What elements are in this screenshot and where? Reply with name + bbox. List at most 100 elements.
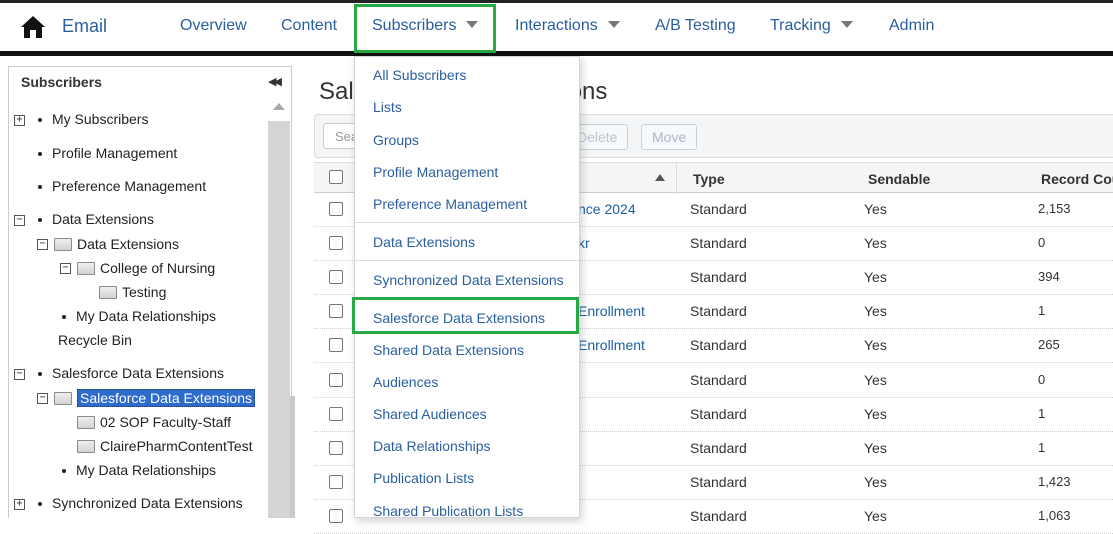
column-header-record-count[interactable]: Record Cou [1041,171,1113,187]
tree-item-data-extensions-folder[interactable]: Data Extensions [54,234,179,254]
collapse-icon[interactable]: − [60,263,71,274]
cell-type: Standard [690,372,747,388]
tree-item-data-extensions[interactable]: Data Extensions [38,209,154,229]
cell-sendable: Yes [864,474,887,490]
cell-type: Standard [690,201,747,217]
tree-label: Preference Management [52,178,207,194]
row-checkbox[interactable] [329,236,343,250]
tree-item-synchronized-data-extensions[interactable]: Synchronized Data Extensions [38,493,243,513]
tree-item-salesforce-data-extensions-folder[interactable]: Salesforce Data Extensions [54,388,255,408]
row-checkbox[interactable] [329,373,343,387]
chevron-down-icon [840,21,853,28]
tree-item-clairepharmcontenttest[interactable]: ClairePharmContentTest [77,436,253,456]
bullet-icon [38,185,42,190]
sort-ascending-icon[interactable] [655,174,665,181]
tree-item-profile-management[interactable]: Profile Management [38,143,177,163]
cell-name[interactable]: Enrollment [578,337,645,353]
collapse-icon[interactable]: − [14,215,25,226]
splitter-handle[interactable] [290,396,295,518]
collapse-icon[interactable]: − [37,393,48,404]
menu-item-data-relationships[interactable]: Data Relationships [373,438,491,454]
row-checkbox[interactable] [329,407,343,421]
move-button[interactable]: Move [641,124,698,150]
cell-type: Standard [690,337,747,353]
cell-type: Standard [690,406,747,422]
sidebar-scrollbar[interactable] [268,97,290,518]
cell-type: Standard [690,440,747,456]
menu-item-all-subscribers[interactable]: All Subscribers [373,67,466,83]
tree-label: Data Extensions [77,236,179,252]
nav-tracking[interactable]: Tracking [770,17,853,35]
cell-record-count: 1 [1038,303,1046,318]
tree-label: Salesforce Data Extensions [52,365,224,381]
menu-item-audiences[interactable]: Audiences [373,374,438,390]
app-title[interactable]: Email [62,16,107,37]
tree-label: Synchronized Data Extensions [52,495,243,511]
nav-admin[interactable]: Admin [889,17,934,35]
folder-icon [54,237,72,251]
tree-item-my-subscribers[interactable]: My Subscribers [38,109,148,129]
home-icon[interactable] [20,15,46,39]
select-all-checkbox[interactable] [329,170,343,184]
menu-item-shared-audiences[interactable]: Shared Audiences [373,406,487,422]
row-checkbox[interactable] [329,304,343,318]
bullet-icon [62,315,66,320]
cell-record-count: 1,423 [1038,474,1071,489]
cell-sendable: Yes [864,508,887,524]
row-checkbox[interactable] [329,441,343,455]
page-title-left: Sal [319,78,354,105]
menu-item-preference-management[interactable]: Preference Management [373,196,527,212]
expand-icon[interactable]: + [14,499,25,510]
tree-label: Profile Management [52,145,178,161]
expand-icon[interactable]: + [14,115,25,126]
cell-name[interactable]: nce 2024 [578,201,636,217]
menu-item-shared-publication-lists[interactable]: Shared Publication Lists [373,503,523,519]
menu-item-publication-lists[interactable]: Publication Lists [373,470,474,486]
row-checkbox[interactable] [329,475,343,489]
scrollbar-thumb[interactable] [268,121,290,518]
column-separator [676,163,677,194]
collapse-sidebar-icon[interactable]: ◀◀ [268,75,282,88]
tree-item-testing[interactable]: Testing [99,282,166,302]
tree-item-college-of-nursing[interactable]: College of Nursing [77,258,215,278]
row-checkbox[interactable] [329,338,343,352]
nav-overview[interactable]: Overview [180,17,247,35]
nav-content[interactable]: Content [281,17,337,35]
tree-label: College of Nursing [100,260,216,276]
row-checkbox[interactable] [329,202,343,216]
menu-separator [355,222,579,223]
bullet-icon [38,502,42,507]
sidebar: Subscribers ◀◀ + My Subscribers Profile … [8,66,292,518]
menu-item-groups[interactable]: Groups [373,132,419,148]
menu-item-synchronized-data-extensions[interactable]: Synchronized Data Extensions [373,272,564,288]
cell-sendable: Yes [864,269,887,285]
column-header-type[interactable]: Type [693,171,725,187]
collapse-icon[interactable]: − [37,239,48,250]
folder-icon [99,285,117,299]
bullet-icon [38,372,42,377]
nav-interactions[interactable]: Interactions [515,17,620,35]
tree-item-my-data-relationships[interactable]: My Data Relationships [62,306,216,326]
collapse-icon[interactable]: − [14,369,25,380]
cell-record-count: 1 [1038,440,1046,455]
row-checkbox[interactable] [329,270,343,284]
folder-icon [54,391,72,405]
tree-item-02-sop-faculty-staff[interactable]: 02 SOP Faculty-Staff [77,412,231,432]
menu-item-profile-management[interactable]: Profile Management [373,164,498,180]
tree-item-my-data-relationships-sf[interactable]: My Data Relationships [62,460,216,480]
cell-name[interactable]: Enrollment [578,303,645,319]
tree-item-preference-management[interactable]: Preference Management [38,176,206,196]
nav-tracking-label: Tracking [770,17,831,34]
bullet-icon [38,118,42,123]
menu-item-shared-data-extensions[interactable]: Shared Data Extensions [373,342,524,358]
tree-item-salesforce-data-extensions[interactable]: Salesforce Data Extensions [38,363,224,383]
menu-item-lists[interactable]: Lists [373,99,402,115]
column-header-sendable[interactable]: Sendable [868,171,930,187]
scroll-up-icon[interactable] [273,103,285,110]
nav-ab-testing[interactable]: A/B Testing [655,17,736,35]
row-checkbox[interactable] [329,509,343,523]
cell-type: Standard [690,269,747,285]
menu-item-data-extensions[interactable]: Data Extensions [373,234,475,250]
tree-item-recycle-bin[interactable]: Recycle Bin [58,330,132,350]
cell-record-count: 265 [1038,337,1060,352]
